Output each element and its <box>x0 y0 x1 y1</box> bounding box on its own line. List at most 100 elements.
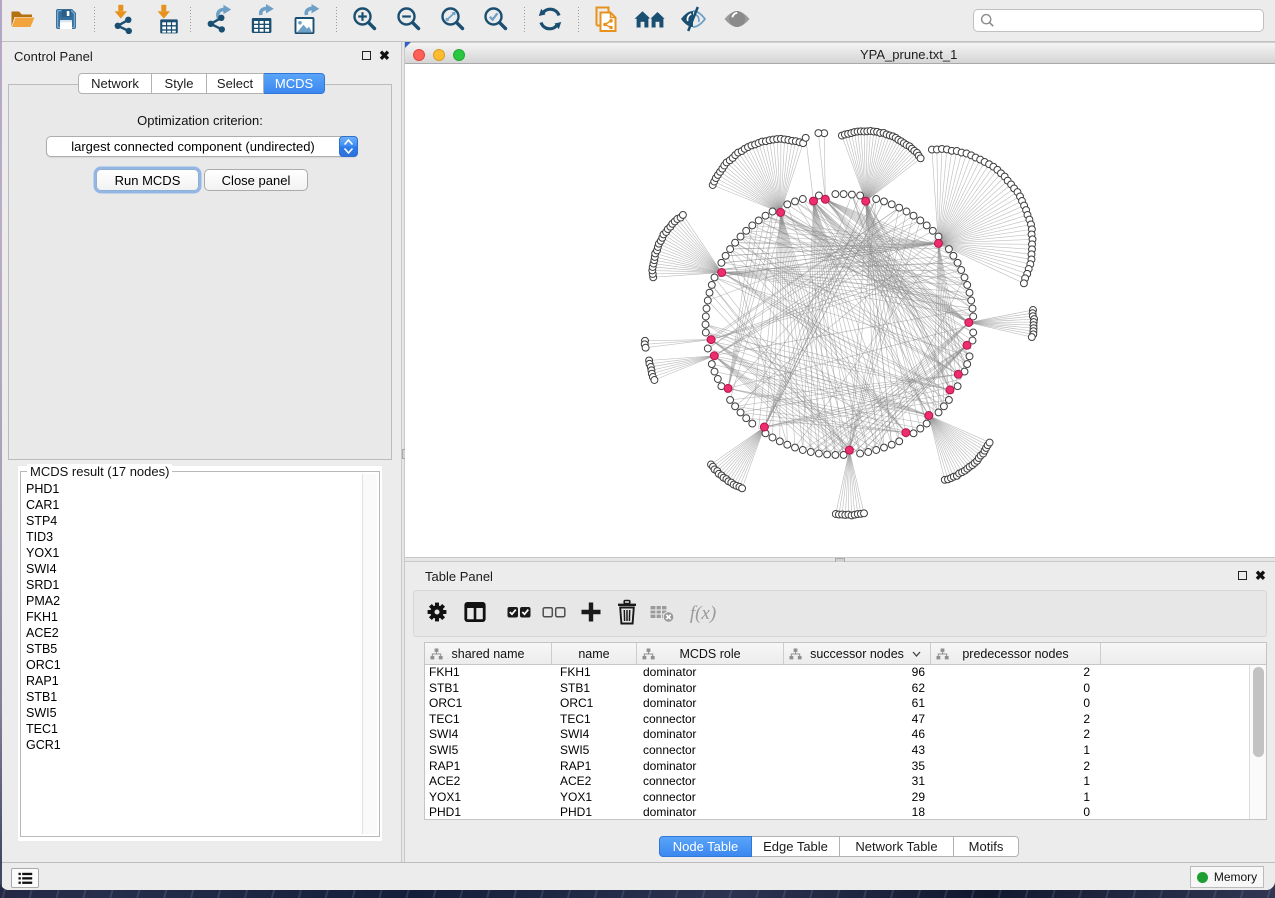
table-panel-float-button[interactable] <box>1238 571 1247 580</box>
import-table-button[interactable] <box>152 7 180 35</box>
zoom-in-button[interactable] <box>350 7 378 35</box>
table-row[interactable]: SWI4SWI4dominator462 <box>425 727 1250 743</box>
table-row[interactable]: YOX1YOX1connector291 <box>425 790 1250 806</box>
mcds-result-item[interactable]: TEC1 <box>23 721 363 737</box>
mcds-result-list[interactable]: PHD1CAR1STP4TID3YOX1SWI4SRD1PMA2FKH1ACE2… <box>23 481 363 834</box>
tab-motifs[interactable]: Motifs <box>954 836 1019 857</box>
mcds-result-item[interactable]: PHD1 <box>23 481 363 497</box>
show-selected-button[interactable] <box>723 7 751 35</box>
save-session-button[interactable] <box>52 7 80 35</box>
apply-layout-icon <box>536 5 564 38</box>
mcds-result-item[interactable]: SRD1 <box>23 577 363 593</box>
control-panel-tabs: NetworkStyleSelectMCDS <box>78 73 325 94</box>
mcds-result-item[interactable]: ORC1 <box>23 657 363 673</box>
function-icon: f(x) <box>690 603 716 625</box>
deselect-all-button[interactable] <box>541 601 567 627</box>
clone-network-button[interactable] <box>592 7 620 35</box>
table-panel-close-button[interactable]: ✖ <box>1255 571 1266 581</box>
zoom-out-button[interactable] <box>394 7 422 35</box>
memory-button[interactable]: Memory <box>1190 866 1264 888</box>
mcds-result-item[interactable]: CAR1 <box>23 497 363 513</box>
node-table-rows: FKH1FKH1dominator962STB1STB1dominator620… <box>425 665 1250 819</box>
mcds-result-item[interactable]: PMA2 <box>23 593 363 609</box>
search-box[interactable] <box>973 9 1264 32</box>
mcds-result-item[interactable]: RAP1 <box>23 673 363 689</box>
delete-table-button[interactable] <box>649 601 675 627</box>
hide-selected-button[interactable] <box>679 7 707 35</box>
table-row[interactable]: ACE2ACE2connector311 <box>425 774 1250 790</box>
close-panel-button[interactable]: Close panel <box>204 169 308 191</box>
mcds-result-item[interactable]: ACE2 <box>23 625 363 641</box>
run-mcds-button[interactable]: Run MCDS <box>96 169 199 191</box>
mcds-result-item[interactable]: STP4 <box>23 513 363 529</box>
maximize-traffic-light[interactable] <box>453 49 465 61</box>
open-session-button[interactable] <box>8 7 36 35</box>
table-row[interactable]: PHD1PHD1dominator180 <box>425 805 1250 819</box>
table-row[interactable]: STB1STB1dominator620 <box>425 681 1250 697</box>
search-input[interactable] <box>995 12 1263 30</box>
columns-icon <box>463 600 487 629</box>
zoom-out-icon <box>395 5 422 37</box>
show-all-networks-button[interactable] <box>636 7 664 35</box>
criterion-dropdown[interactable]: largest connected component (undirected) <box>46 136 358 157</box>
export-network-button[interactable] <box>204 7 232 35</box>
export-image-button[interactable] <box>292 7 320 35</box>
add-column-button[interactable] <box>578 601 604 627</box>
columns-button[interactable] <box>462 601 488 627</box>
apply-layout-button[interactable] <box>536 7 564 35</box>
export-table-button[interactable] <box>248 7 276 35</box>
table-row[interactable]: FKH1FKH1dominator962 <box>425 665 1250 681</box>
tab-network[interactable]: Network <box>78 73 152 94</box>
task-history-button[interactable] <box>11 868 39 888</box>
gear-button[interactable] <box>424 601 450 627</box>
delete-column-button[interactable] <box>614 601 640 627</box>
minimize-traffic-light[interactable] <box>433 49 445 61</box>
open-session-icon <box>9 6 36 36</box>
table-cell: YOX1 <box>425 790 552 806</box>
table-cell: connector <box>637 790 784 806</box>
column-header-shared-name[interactable]: shared name <box>425 643 552 665</box>
hierarchy-icon <box>789 648 802 660</box>
list-icon <box>18 872 33 885</box>
mcds-result-item[interactable]: FKH1 <box>23 609 363 625</box>
close-traffic-light[interactable] <box>413 49 425 61</box>
table-cell: 35 <box>784 759 931 775</box>
mcds-result-item[interactable]: STB1 <box>23 689 363 705</box>
network-canvas[interactable] <box>405 64 1275 557</box>
table-row[interactable]: SWI5SWI5connector431 <box>425 743 1250 759</box>
table-cell: dominator <box>637 681 784 697</box>
table-row[interactable]: TEC1TEC1connector472 <box>425 712 1250 728</box>
control-panel-close-button[interactable]: ✖ <box>379 51 390 61</box>
table-cell: ACE2 <box>552 774 637 790</box>
zoom-selected-button[interactable] <box>481 7 509 35</box>
function-builder-button[interactable]: f(x) <box>686 601 720 627</box>
tab-mcds[interactable]: MCDS <box>264 73 325 94</box>
mcds-result-item[interactable]: STB5 <box>23 641 363 657</box>
select-all-button[interactable] <box>506 601 532 627</box>
table-row[interactable]: RAP1RAP1dominator352 <box>425 759 1250 775</box>
scrollbar-thumb[interactable] <box>1253 667 1264 757</box>
mcds-result-item[interactable]: TID3 <box>23 529 363 545</box>
column-header-MCDS-role[interactable]: MCDS role <box>637 643 784 665</box>
network-view-titlebar: YPA_prune.txt_1 <box>405 42 1275 64</box>
node-table-scrollbar[interactable] <box>1249 665 1266 819</box>
mcds-result-item[interactable]: SWI5 <box>23 705 363 721</box>
column-header-successor-nodes[interactable]: successor nodes <box>784 643 931 665</box>
table-panel: Table Panel ✖ f(x) shared namename MCDS … <box>405 562 1275 862</box>
control-panel-float-button[interactable] <box>362 51 371 60</box>
tab-style[interactable]: Style <box>152 73 207 94</box>
column-header-name[interactable]: name <box>552 643 637 665</box>
toolbar-separator <box>94 7 95 34</box>
tab-select[interactable]: Select <box>207 73 264 94</box>
tab-node-table[interactable]: Node Table <box>659 836 752 857</box>
mcds-result-item[interactable]: SWI4 <box>23 561 363 577</box>
tab-network-table[interactable]: Network Table <box>840 836 954 857</box>
mcds-result-item[interactable]: GCR1 <box>23 737 363 753</box>
mcds-result-scrollbar[interactable] <box>362 474 377 834</box>
column-header-predecessor-nodes[interactable]: predecessor nodes <box>931 643 1101 665</box>
import-network-button[interactable] <box>108 7 136 35</box>
tab-edge-table[interactable]: Edge Table <box>752 836 840 857</box>
mcds-result-item[interactable]: YOX1 <box>23 545 363 561</box>
table-row[interactable]: ORC1ORC1dominator610 <box>425 696 1250 712</box>
zoom-fit-button[interactable] <box>438 7 466 35</box>
